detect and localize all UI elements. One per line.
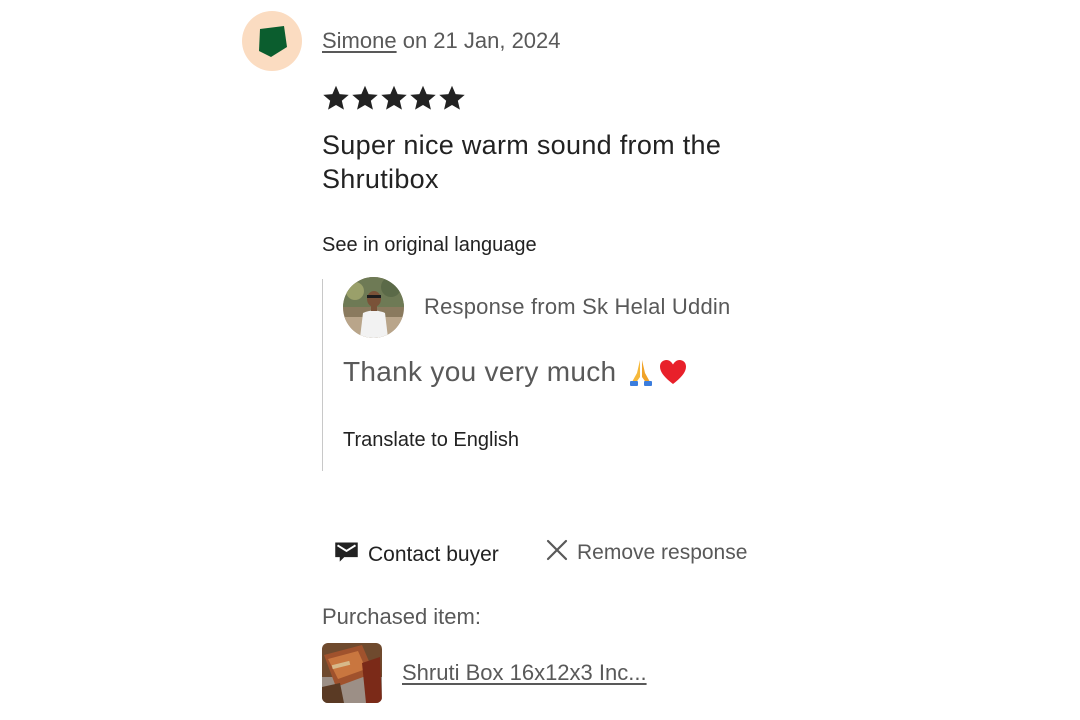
red-heart-icon (658, 357, 688, 387)
review-date: on 21 Jan, 2024 (396, 28, 561, 53)
pentagon-avatar-icon (259, 26, 287, 57)
translate-to-english-link[interactable]: Translate to English (343, 429, 519, 452)
response-emojis (626, 357, 688, 387)
contact-buyer-label: Contact buyer (368, 542, 499, 566)
reviewer-avatar (242, 11, 302, 71)
star-icon (409, 84, 437, 112)
star-icon (351, 84, 379, 112)
see-original-language-link[interactable]: See in original language (322, 234, 537, 257)
folded-hands-icon (626, 357, 656, 387)
review-card: Simone on 21 Jan, 2024 Super nice warm s… (0, 0, 1080, 720)
mail-icon (333, 538, 360, 571)
remove-response-label: Remove response (577, 541, 748, 564)
item-thumbnail[interactable] (322, 643, 382, 703)
star-icon (438, 84, 466, 112)
purchased-item-label: Purchased item: (322, 604, 481, 629)
star-rating (322, 84, 466, 112)
star-icon (380, 84, 408, 112)
contact-buyer-button[interactable]: Contact buyer (333, 538, 499, 571)
response-text: Thank you very much (343, 356, 617, 387)
response-message: Thank you very much (343, 356, 688, 388)
response-divider (322, 279, 323, 471)
close-icon (545, 538, 569, 568)
reviewer-line: Simone on 21 Jan, 2024 (322, 28, 561, 54)
reviewer-name-link[interactable]: Simone (322, 28, 397, 53)
review-text: Super nice warm sound from the Shrutibox (322, 130, 722, 194)
purchased-item-link[interactable]: Shruti Box 16x12x3 Inc... (402, 660, 647, 686)
response-from-label: Response from Sk Helal Uddin (424, 294, 731, 319)
responder-avatar (343, 277, 404, 338)
star-icon (322, 84, 350, 112)
remove-response-button[interactable]: Remove response (545, 538, 747, 568)
